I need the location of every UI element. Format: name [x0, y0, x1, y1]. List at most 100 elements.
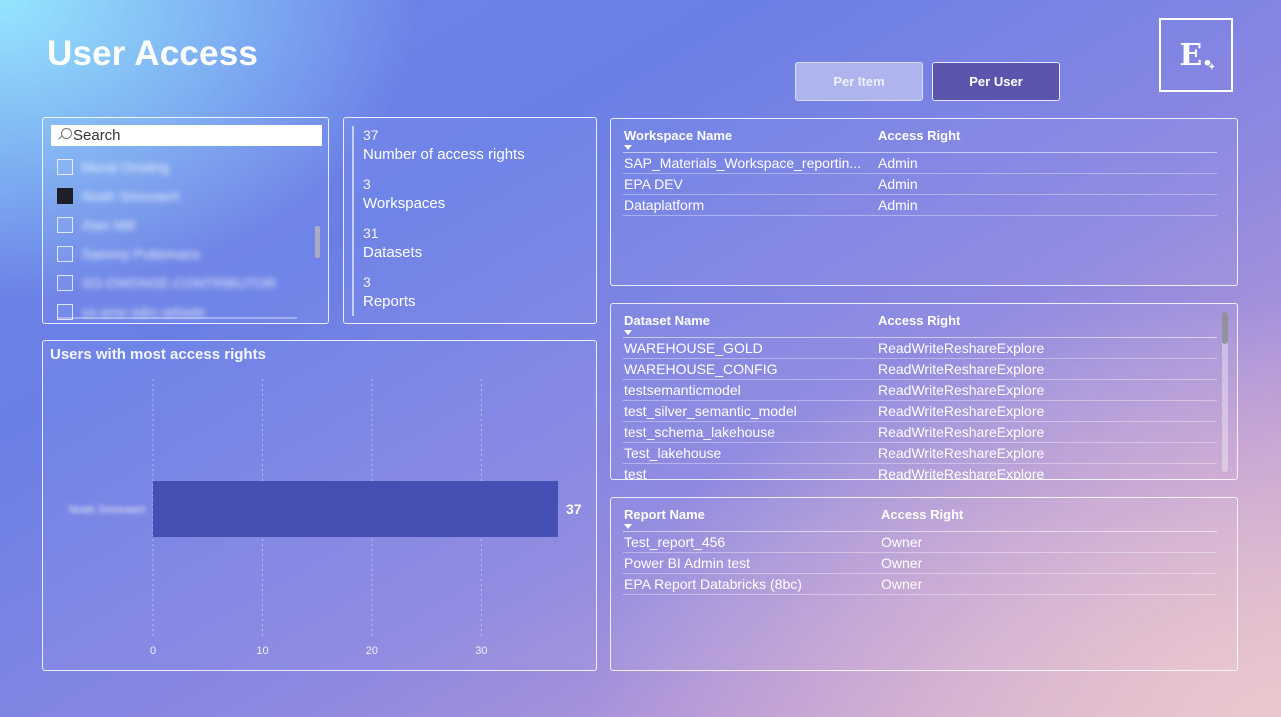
- per-user-button[interactable]: Per User: [932, 62, 1060, 101]
- y-category-label: Noah Smovaert: [69, 504, 145, 516]
- kpi-card: 37 Number of access rights 3 Workspaces …: [343, 117, 597, 324]
- column-header-dataset-name[interactable]: Dataset Name: [624, 313, 710, 328]
- slicer-item-label: Alan Mill: [82, 217, 135, 233]
- search-input[interactable]: [73, 127, 313, 144]
- cell-access-right: Admin: [878, 155, 918, 171]
- cell-name: WAREHOUSE_CONFIG: [624, 361, 778, 377]
- workspace-table: Workspace Name Access Right SAP_Material…: [610, 118, 1238, 286]
- kpi-value: 37: [363, 127, 379, 143]
- slicer-item[interactable]: SG-DWDNSE-CONTRIBUTOR: [57, 274, 276, 292]
- search-icon: [51, 125, 73, 146]
- table-row[interactable]: Dataplatform Admin: [623, 195, 1217, 216]
- column-header-access-right[interactable]: Access Right: [881, 507, 963, 522]
- cell-name: WAREHOUSE_GOLD: [624, 340, 763, 356]
- bar[interactable]: [153, 481, 558, 537]
- column-header-access-right[interactable]: Access Right: [878, 313, 960, 328]
- cell-name: Test_report_456: [624, 534, 726, 550]
- kpi-value: 3: [363, 274, 371, 290]
- slicer-scrollbar[interactable]: [315, 226, 320, 258]
- table-scrollbar-thumb[interactable]: [1222, 312, 1228, 344]
- column-header-report-name[interactable]: Report Name: [624, 507, 705, 522]
- table-row[interactable]: test_silver_semantic_model ReadWriteResha…: [623, 401, 1217, 422]
- cell-name: EPA DEV: [624, 176, 683, 192]
- cell-access-right: Owner: [881, 576, 923, 592]
- checkbox-checked[interactable]: [57, 188, 73, 204]
- checkbox[interactable]: [57, 159, 73, 175]
- kpi-access-rights: 37 Number of access rights: [363, 127, 525, 163]
- kpi-label: Number of access rights: [363, 146, 525, 163]
- cell-name: test_schema_lakehouse: [624, 424, 775, 440]
- kpi-value: 31: [363, 225, 379, 241]
- bar-chart: 0 10 20 30 37 Noah Smovaert: [69, 379, 582, 657]
- cell-name: EPA Report Databricks (8bc): [624, 576, 802, 592]
- table-row[interactable]: test ReadWriteReshareExplore: [623, 464, 1217, 480]
- table-header: Report Name Access Right: [623, 507, 1217, 532]
- cell-access-right: Admin: [878, 197, 918, 213]
- slicer-item[interactable]: Sammy Puttemans: [57, 245, 200, 263]
- kpi-label: Datasets: [363, 244, 423, 261]
- table-row[interactable]: EPA Report Databricks (8bc) Owner: [623, 574, 1217, 595]
- sort-descending-icon[interactable]: [624, 524, 632, 529]
- column-header-workspace-name[interactable]: Workspace Name: [624, 128, 732, 143]
- report-table: Report Name Access Right Test_report_456…: [610, 497, 1238, 671]
- cell-access-right: ReadWriteReshareExplore: [878, 466, 1045, 480]
- kpi-reports: 3 Reports: [363, 274, 416, 310]
- cell-name: test_silver_semantic_model: [624, 403, 797, 419]
- slicer-item-label: Murat Onsling: [82, 159, 170, 175]
- kpi-accent-bar: [352, 126, 354, 316]
- dataset-table: Dataset Name Access Right WAREHOUSE_GOLD…: [610, 303, 1238, 480]
- cell-name: testsemanticmodel: [624, 382, 741, 398]
- table-row[interactable]: test_schema_lakehouse ReadWriteReshareExp…: [623, 422, 1217, 443]
- table-row[interactable]: WAREHOUSE_CONFIG ReadWriteReshareExplore: [623, 359, 1217, 380]
- cell-name: SAP_Materials_Workspace_reportin...: [624, 155, 862, 171]
- sort-descending-icon[interactable]: [624, 330, 632, 335]
- slicer-item-label: SG-DWDNSE-CONTRIBUTOR: [82, 275, 277, 291]
- kpi-workspaces: 3 Workspaces: [363, 176, 445, 212]
- table-header: Workspace Name Access Right: [623, 128, 1217, 153]
- x-tick-label: 0: [150, 645, 156, 657]
- slicer-scroll-edge: [57, 317, 297, 319]
- table-row[interactable]: Test_report_456 Owner: [623, 532, 1217, 553]
- slicer-item[interactable]: Murat Onsling: [57, 158, 169, 176]
- cell-name: Test_lakehouse: [624, 445, 722, 461]
- slicer-item-label: Noah Smovaert: [82, 188, 180, 204]
- cell-access-right: ReadWriteReshareExplore: [878, 403, 1045, 419]
- table-row[interactable]: testsemanticmodel ReadWriteReshareExplore: [623, 380, 1217, 401]
- cell-access-right: ReadWriteReshareExplore: [878, 340, 1045, 356]
- table-row[interactable]: WAREHOUSE_GOLD ReadWriteReshareExplore: [623, 338, 1217, 359]
- cell-name: Power BI Admin test: [624, 555, 751, 571]
- cell-access-right: ReadWriteReshareExplore: [878, 424, 1045, 440]
- sort-descending-icon[interactable]: [624, 145, 632, 150]
- x-tick-label: 20: [366, 645, 378, 657]
- slicer-search-box[interactable]: [51, 125, 322, 146]
- cell-access-right: Admin: [878, 176, 918, 192]
- column-header-access-right[interactable]: Access Right: [878, 128, 960, 143]
- cell-name: test: [624, 466, 647, 480]
- table-row[interactable]: Test_lakehouse ReadWriteReshareExplore: [623, 443, 1217, 464]
- kpi-label: Reports: [363, 293, 416, 310]
- users-chart-panel: Users with most access rights 0 10 20 30 37 N…: [42, 340, 597, 671]
- cell-access-right: ReadWriteReshareExplore: [878, 382, 1045, 398]
- kpi-datasets: 31 Datasets: [363, 225, 422, 261]
- x-tick-label: 10: [256, 645, 268, 657]
- kpi-label: Workspaces: [363, 195, 446, 212]
- slicer-item[interactable]: Noah Smovaert: [57, 187, 179, 205]
- company-logo: E. ✦: [1159, 18, 1233, 92]
- user-slicer: Murat Onsling Noah Smovaert Alan Mill Sammy…: [42, 117, 329, 324]
- checkbox[interactable]: [57, 246, 73, 262]
- slicer-item[interactable]: Alan Mill: [57, 216, 135, 234]
- checkbox[interactable]: [57, 275, 73, 291]
- table-row[interactable]: SAP_Materials_Workspace_reportin... Admin: [623, 153, 1217, 174]
- page-title: User Access: [47, 34, 259, 73]
- per-item-button[interactable]: Per Item: [795, 62, 923, 101]
- slicer-item-label: Sammy Puttemans: [82, 246, 201, 262]
- cell-access-right: Owner: [881, 555, 923, 571]
- kpi-value: 3: [363, 176, 371, 192]
- checkbox[interactable]: [57, 217, 73, 233]
- table-header: Dataset Name Access Right: [623, 313, 1217, 338]
- cell-access-right: ReadWriteReshareExplore: [878, 445, 1045, 461]
- cell-access-right: Owner: [881, 534, 923, 550]
- table-row[interactable]: Power BI Admin test Owner: [623, 553, 1217, 574]
- cell-access-right: ReadWriteReshareExplore: [878, 361, 1045, 377]
- table-row[interactable]: EPA DEV Admin: [623, 174, 1217, 195]
